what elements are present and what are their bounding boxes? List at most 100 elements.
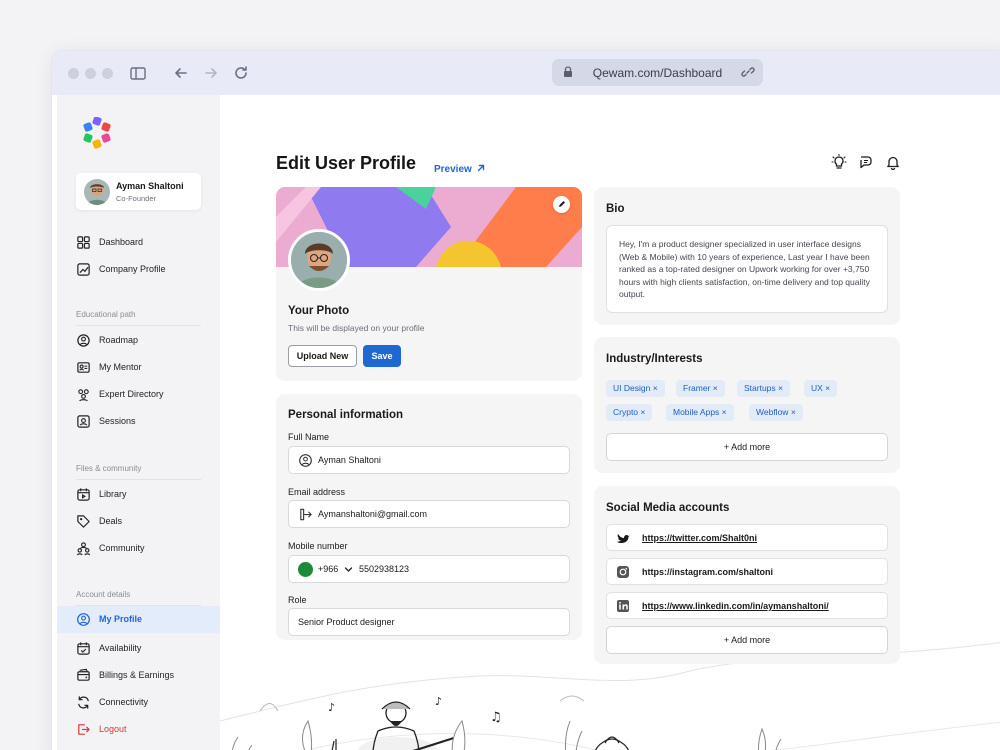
interest-tag[interactable]: Startups × [737, 380, 790, 397]
sidebar-item-label: Roadmap [99, 335, 139, 345]
mobile-label: Mobile number [288, 541, 348, 551]
browser-toolbar: Qewam.com/Dashboard [52, 51, 1000, 95]
wallet-icon [77, 668, 90, 681]
logout-button[interactable]: Logout [57, 716, 220, 743]
chat-icon[interactable] [858, 154, 874, 170]
edit-cover-button[interactable] [553, 196, 570, 213]
pencil-icon [559, 201, 565, 207]
section-label-files: Files & community [76, 464, 142, 473]
tag-label: Startups [744, 383, 776, 393]
social-url: https://twitter.com/Shalt0ni [642, 533, 758, 543]
interest-tag[interactable]: Framer × [676, 380, 725, 397]
bio-card: Bio Hey, I'm a product designer speciali… [594, 187, 900, 325]
divider [76, 479, 201, 480]
interest-tag[interactable]: Crypto × [606, 404, 653, 421]
social-title: Social Media accounts [606, 502, 730, 514]
sidebar-item-label: Availability [99, 643, 142, 653]
divider [76, 325, 201, 326]
page-title: Edit User Profile [276, 153, 417, 173]
interest-tag[interactable]: UI Design × [606, 380, 665, 397]
profile-photo[interactable] [288, 229, 350, 291]
back-arrow-icon[interactable] [171, 63, 191, 83]
email-login-icon [300, 508, 312, 521]
interest-tag[interactable]: Mobile Apps × [666, 404, 734, 421]
email-field[interactable]: Aymanshaltoni@gmail.com [288, 500, 570, 528]
sidebar-item-expert-directory[interactable]: Expert Directory [57, 381, 220, 408]
community-icon [76, 542, 91, 556]
svg-text:♫: ♫ [490, 710, 502, 725]
social-link-instagram[interactable]: https://instagram.com/shaltoni [606, 558, 888, 585]
forward-arrow-icon[interactable] [201, 63, 221, 83]
mobile-field[interactable]: +966 5502938123 [288, 555, 570, 583]
sidebar-item-label: Connectivity [99, 697, 149, 707]
sidebar-item-sessions[interactable]: Sessions [57, 408, 220, 435]
full-name-label: Full Name [288, 432, 330, 442]
tag-label: UX [811, 383, 823, 393]
calendar-icon [77, 642, 90, 655]
main-content: ♪ ♪ ♫ Edit User Profile Preview Your Pho… [220, 95, 1000, 750]
link-icon[interactable] [741, 65, 755, 79]
sidebar-item-connectivity[interactable]: Connectivity [57, 689, 220, 716]
sidebar-item-label: My Profile [99, 614, 143, 624]
chevron-down-icon[interactable] [344, 565, 353, 574]
add-social-button[interactable]: + Add more [606, 626, 888, 654]
interest-tag[interactable]: Webflow × [749, 404, 803, 421]
social-link-twitter[interactable]: https://twitter.com/Shalt0ni [606, 524, 888, 551]
country-code-select[interactable]: +966 [318, 564, 338, 574]
bio-textarea[interactable]: Hey, I'm a product designer specialized … [606, 225, 888, 313]
sidebar-item-company-profile[interactable]: Company Profile [57, 256, 220, 283]
sidebar-item-billings[interactable]: Billings & Earnings [57, 662, 220, 689]
bell-icon[interactable] [885, 154, 901, 170]
address-bar[interactable]: Qewam.com/Dashboard [552, 59, 763, 86]
sidebar-item-availability[interactable]: Availability [57, 635, 220, 662]
lightbulb-icon[interactable] [831, 154, 847, 170]
bio-title: Bio [606, 203, 625, 215]
user-icon [299, 454, 312, 467]
user-card[interactable]: Ayman Shaltoni Co-Founder [76, 173, 201, 210]
sidebar-toggle-icon[interactable] [128, 63, 148, 83]
sidebar-item-dashboard[interactable]: Dashboard [57, 229, 220, 256]
user-role: Co-Founder [116, 194, 157, 203]
sidebar-item-label: Sessions [99, 416, 136, 426]
arrow-up-right-icon [477, 164, 485, 172]
svg-text:♪: ♪ [328, 701, 335, 714]
add-interest-button[interactable]: + Add more [606, 433, 888, 461]
window-close-dot[interactable] [68, 68, 79, 79]
sidebar-item-my-mentor[interactable]: My Mentor [57, 354, 220, 381]
people-icon [78, 389, 89, 402]
sidebar-item-roadmap[interactable]: Roadmap [57, 327, 220, 354]
sidebar-item-label: Library [99, 489, 127, 499]
svg-text:♪: ♪ [435, 695, 442, 708]
upload-new-button[interactable]: Upload New [288, 345, 357, 367]
sidebar-item-community[interactable]: Community [57, 535, 220, 562]
sidebar-item-label: Deals [99, 516, 123, 526]
reload-icon[interactable] [231, 63, 251, 83]
social-url: https://www.linkedin.com/in/aymanshalton… [642, 601, 829, 611]
social-link-linkedin[interactable]: https://www.linkedin.com/in/aymanshalton… [606, 592, 888, 619]
window-minimize-dot[interactable] [85, 68, 96, 79]
sidebar-item-label: Company Profile [99, 264, 166, 274]
app-logo-icon[interactable] [82, 117, 112, 151]
library-icon [77, 488, 90, 501]
sidebar-item-label: Expert Directory [99, 389, 164, 399]
role-field[interactable]: Senior Product designer [288, 608, 570, 636]
save-button[interactable]: Save [363, 345, 401, 367]
sidebar-item-my-profile[interactable]: My Profile [57, 606, 220, 633]
sidebar-item-deals[interactable]: Deals [57, 508, 220, 535]
preview-link[interactable]: Preview [434, 163, 486, 175]
window-maximize-dot[interactable] [102, 68, 113, 79]
email-label: Email address [288, 487, 346, 497]
logout-icon [78, 724, 90, 735]
interest-tag[interactable]: UX × [804, 380, 838, 397]
url-text: Qewam.com/Dashboard [592, 66, 723, 80]
full-name-field[interactable]: Ayman Shaltoni [288, 446, 570, 474]
sidebar-item-library[interactable]: Library [57, 481, 220, 508]
sidebar-item-label: My Mentor [99, 362, 142, 372]
tag-label: UI Design [613, 383, 651, 393]
sidebar-item-label: Dashboard [99, 237, 144, 247]
avatar [84, 179, 110, 205]
instagram-icon [617, 566, 629, 578]
photo-title: Your Photo [288, 305, 350, 317]
role-label: Role [288, 595, 307, 605]
sync-icon [78, 696, 89, 709]
